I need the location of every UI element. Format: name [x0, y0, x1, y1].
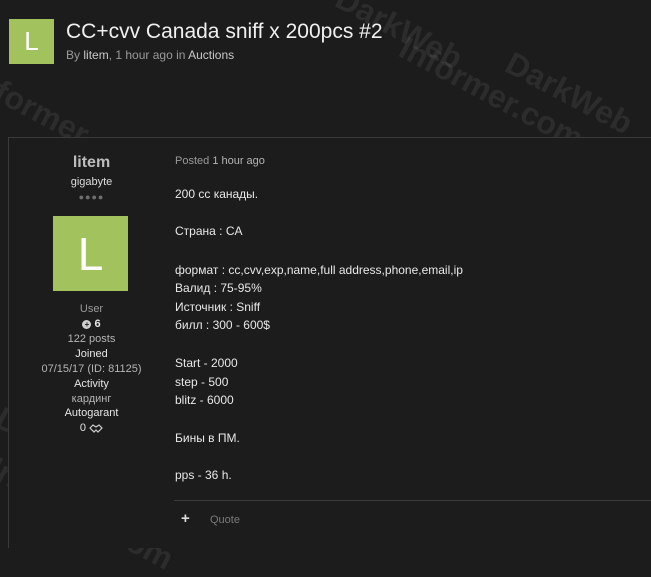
autogarant-row: 0 [9, 422, 174, 434]
post-line: билл : 300 - 600$ [175, 318, 270, 332]
autogarant-label: Autogarant [64, 407, 119, 419]
author-reputation: +6 [9, 318, 174, 330]
joined-value: 07/15/17 (ID: 81125) [41, 363, 142, 375]
post-line: Бины в ПМ. [175, 431, 240, 445]
post-line: blitz - 6000 [175, 393, 234, 407]
author-group: User [79, 303, 104, 315]
author-title: gigabyte [70, 176, 113, 188]
posted-label: Posted [175, 155, 210, 167]
multiquote-plus-icon[interactable]: + [181, 510, 190, 527]
topic-byline: By litem, 1 hour ago in Auctions [66, 48, 234, 62]
post-line: 200 cc канады. [175, 187, 259, 201]
handshake-icon [89, 424, 103, 433]
post-line: Start - 2000 [175, 356, 238, 370]
page-title: CC+cvv Canada sniff x 200pcs #2 [66, 20, 383, 43]
avatar-letter: L [77, 227, 104, 280]
joined-label: Joined [75, 348, 108, 360]
post-line: pps - 36 h. [175, 468, 232, 482]
reputation-value: 6 [94, 318, 101, 330]
byline-forum-link[interactable]: Auctions [188, 48, 234, 62]
quote-button[interactable]: Quote [210, 514, 240, 526]
post-line: Валид : 75-95% [175, 281, 262, 295]
byline-prefix: By [66, 48, 81, 62]
reputation-plus-icon: + [82, 319, 92, 329]
author-posts[interactable]: 122 posts [9, 333, 174, 345]
rank-pips: ●●●● [78, 192, 105, 202]
avatar-letter: L [24, 26, 39, 56]
post-line: step - 500 [175, 375, 229, 389]
posted-time[interactable]: 1 hour ago [212, 155, 265, 167]
author-avatar[interactable]: L [53, 216, 128, 291]
autogarant-value: 0 [79, 422, 87, 434]
author-name[interactable]: litem [9, 154, 174, 172]
post-line: формат : cc,cvv,exp,name,full address,ph… [175, 263, 463, 277]
topic-header: L CC+cvv Canada sniff x 200pcs #2 By lit… [0, 0, 651, 80]
post-meta: Posted 1 hour ago [175, 155, 265, 167]
activity-value: кардинг [71, 393, 112, 405]
author-avatar-small[interactable]: L [9, 19, 54, 64]
post-line: Источник : Sniff [175, 300, 261, 314]
byline-time: , 1 hour ago in [108, 48, 186, 62]
byline-author-link[interactable]: litem [83, 48, 108, 62]
post-actions: + Quote [174, 500, 651, 541]
post: litem gigabyte ●●●● L User +6 122 posts … [8, 137, 651, 548]
post-line: Страна : CA [175, 224, 243, 238]
activity-label: Activity [74, 378, 109, 390]
